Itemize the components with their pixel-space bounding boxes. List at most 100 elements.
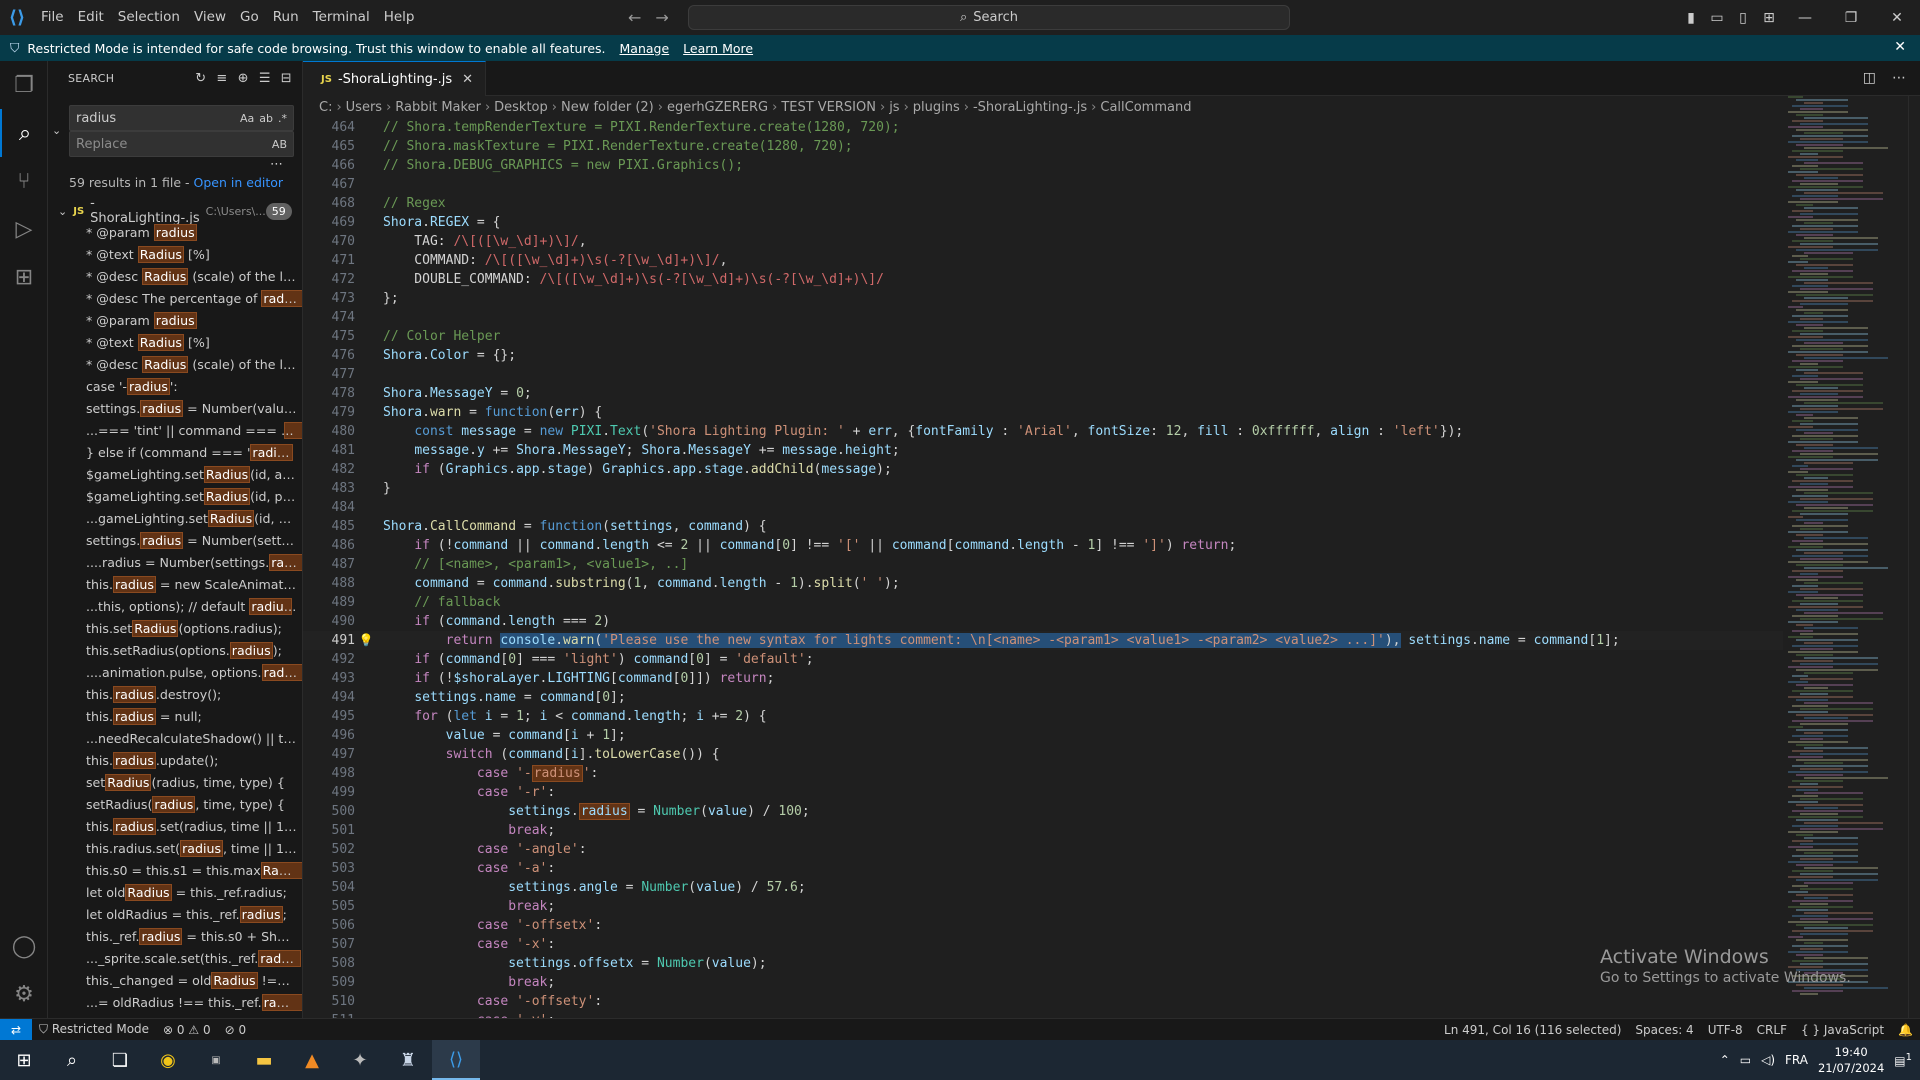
menu-run[interactable]: Run <box>266 0 306 35</box>
search-match-item[interactable]: case '- radius ': <box>48 376 302 398</box>
menu-terminal[interactable]: Terminal <box>306 0 377 35</box>
problems-status[interactable]: ⊗ 0 ⚠ 0 <box>156 1023 218 1037</box>
code-line[interactable]: 474 <box>303 308 1783 327</box>
toggle-secondary-sidebar-icon[interactable]: ▯ <box>1730 10 1756 26</box>
more-options-icon[interactable]: ⋯ <box>270 157 283 172</box>
result-file-row[interactable]: ⌄ JS -ShoraLighting-.js C:\Users\... 59 <box>48 196 302 226</box>
breadcrumb-item[interactable]: New folder (2) <box>561 100 654 115</box>
breadcrumb-item[interactable]: C: <box>319 100 332 115</box>
extensions-icon[interactable]: ⊞ <box>0 253 48 301</box>
code-line[interactable]: 471 COMMAND: /\[([\w_\d]+)\s(-?[\w_\d]+)… <box>303 251 1783 270</box>
search-match-item[interactable]: * @param radius <box>48 222 302 244</box>
code-line[interactable]: 500 settings. radius = Number(value) / 10… <box>303 802 1783 821</box>
code-line[interactable]: 496 value = command[i + 1]; <box>303 726 1783 745</box>
code-line[interactable]: 469 Shora.REGEX = { <box>303 213 1783 232</box>
code-line[interactable]: 465 // Shora.maskTexture = PIXI.RenderTex… <box>303 137 1783 156</box>
code-line[interactable]: 487 // [<name>, <param1>, <value1>, ..] <box>303 555 1783 574</box>
tray-chevron-icon[interactable]: ⌃ <box>1720 1053 1730 1067</box>
code-line[interactable]: 491 💡 return console.warn('Please use the… <box>303 631 1783 650</box>
breadcrumb-item[interactable]: Desktop <box>494 100 548 115</box>
search-match-item[interactable]: ...= oldRadius !== this._ref.radius; <box>48 992 302 1014</box>
minimap[interactable] <box>1788 96 1908 1018</box>
encoding[interactable]: UTF-8 <box>1701 1023 1750 1037</box>
network-icon[interactable]: ▭ <box>1740 1053 1751 1067</box>
vscode-taskbar-icon[interactable]: ⟨⟩ <box>432 1040 480 1080</box>
code-line[interactable]: 468 // Regex <box>303 194 1783 213</box>
code-line[interactable]: 470 TAG: /\[([\w_\d]+)\]/, <box>303 232 1783 251</box>
search-match-item[interactable]: settings.radius = Number(value) / 1... <box>48 398 302 420</box>
breadcrumb-item[interactable]: TEST VERSION <box>781 100 876 115</box>
search-match-item[interactable]: } else if (command === 'radius') { <box>48 442 302 464</box>
search-match-item[interactable]: this._changed = oldRadius !== this.... <box>48 970 302 992</box>
breadcrumb-item[interactable]: egerhGZERERG <box>667 100 768 115</box>
search-match-item[interactable]: * @desc The percentage of radius t... <box>48 288 302 310</box>
code-line[interactable]: 486 if (!command || command.length <= 2 … <box>303 536 1783 555</box>
toggle-panel-icon[interactable]: ▭ <box>1704 10 1730 26</box>
code-line[interactable]: 509 break; <box>303 973 1783 992</box>
menu-file[interactable]: File <box>34 0 71 35</box>
game-app-icon[interactable]: ✦ <box>336 1040 384 1080</box>
search-match-item[interactable]: this.radius.set(radius, time || 1, type … <box>48 838 302 860</box>
code-line[interactable]: 502 case '-angle': <box>303 840 1783 859</box>
code-line[interactable]: 477 <box>303 365 1783 384</box>
code-line[interactable]: 511 case '-y': <box>303 1011 1783 1018</box>
ports-status[interactable]: ⊘ 0 <box>218 1023 254 1037</box>
menu-help[interactable]: Help <box>377 0 422 35</box>
search-match-item[interactable]: this. radius .destroy(); <box>48 684 302 706</box>
more-actions-icon[interactable]: ⋯ <box>1892 70 1906 86</box>
search-match-item[interactable]: * @text Radius [%] <box>48 244 302 266</box>
lightbulb-icon[interactable]: 💡 <box>355 631 377 650</box>
search-match-item[interactable]: setRadius(radius, time, type) { <box>48 794 302 816</box>
search-match-item[interactable]: this. radius .update(); <box>48 750 302 772</box>
live-app-icon[interactable]: ▣ <box>192 1040 240 1080</box>
menu-view[interactable]: View <box>187 0 233 35</box>
windows-start-icon[interactable]: ⊞ <box>0 1040 48 1080</box>
new-search-editor-icon[interactable]: ⊕ <box>238 71 249 86</box>
code-line[interactable]: 483} <box>303 479 1783 498</box>
menu-go[interactable]: Go <box>233 0 266 35</box>
input-language[interactable]: FRA <box>1785 1053 1808 1067</box>
back-arrow-icon[interactable]: ← <box>628 8 641 27</box>
code-line[interactable]: 507 case '-x': <box>303 935 1783 954</box>
code-line[interactable]: 510 case '-offsety': <box>303 992 1783 1011</box>
learn-more-link[interactable]: Learn More <box>683 41 753 56</box>
search-match-item[interactable]: settings.radius = Number(settings.r... <box>48 530 302 552</box>
breadcrumb-item[interactable]: plugins <box>913 100 960 115</box>
restricted-mode-status[interactable]: ⛉ Restricted Mode <box>32 1022 156 1037</box>
search-match-item[interactable]: let oldRadius = this._ref.radius; <box>48 882 302 904</box>
remote-indicator-icon[interactable]: ⇄ <box>0 1018 32 1041</box>
close-window-button[interactable]: ✕ <box>1874 0 1920 35</box>
forward-arrow-icon[interactable]: → <box>655 8 668 27</box>
search-match-item[interactable]: ...=== 'tint' || command === 'radiu... <box>48 420 302 442</box>
search-match-item[interactable]: * @desc Radius (scale) of the light. ... <box>48 354 302 376</box>
search-match-item[interactable]: this._ref.radius = this.s0 + Shora.Ani..… <box>48 926 302 948</box>
search-match-item[interactable]: this. radius = null; <box>48 706 302 728</box>
code-line[interactable]: 473}; <box>303 289 1783 308</box>
restore-button[interactable]: ❐ <box>1828 0 1874 35</box>
code-line[interactable]: 479 Shora.warn = function(err) { <box>303 403 1783 422</box>
minimize-button[interactable]: — <box>1782 0 1828 35</box>
search-match-item[interactable]: ...needRecalculateShadow() || this.ra... <box>48 728 302 750</box>
code-line[interactable]: 497 switch (command[i].toLowerCase()) { <box>303 745 1783 764</box>
refresh-icon[interactable]: ↻ <box>195 71 206 86</box>
search-match-item[interactable]: ...this, options); // default radius = 1… <box>48 596 302 618</box>
toggle-primary-sidebar-icon[interactable]: ▮ <box>1678 10 1704 26</box>
split-editor-icon[interactable]: ◫ <box>1863 70 1876 86</box>
task-view-icon[interactable]: ❏ <box>96 1040 144 1080</box>
search-input[interactable]: radius Aa ab .* <box>69 105 294 131</box>
search-match-item[interactable]: this.setRadius(options.radius); <box>48 640 302 662</box>
search-match-item[interactable]: ...gameLighting.setRadius(id, param.... <box>48 508 302 530</box>
taskbar-search-icon[interactable]: ⌕ <box>48 1040 96 1080</box>
code-line[interactable]: 498 case '- radius ': <box>303 764 1783 783</box>
tab-shoralighting[interactable]: JS -ShoraLighting-.js ✕ <box>303 61 487 96</box>
run-debug-icon[interactable]: ▷ <box>0 205 48 253</box>
code-line[interactable]: 495 for (let i = 1; i < command.length; … <box>303 707 1783 726</box>
code-line[interactable]: 508 settings.offsetx = Number(value); <box>303 954 1783 973</box>
search-match-item[interactable]: this.s0 = this.s1 = this.maxRadius = 1; <box>48 860 302 882</box>
command-center-search[interactable]: ⌕ Search <box>688 5 1290 30</box>
vertical-scrollbar[interactable] <box>1908 96 1920 1018</box>
search-match-item[interactable]: this.radius = new ScaleAnimation(th... <box>48 574 302 596</box>
rpg-maker-icon[interactable]: ♜ <box>384 1040 432 1080</box>
search-match-item[interactable]: this.setRadius(options.radius); <box>48 618 302 640</box>
search-match-item[interactable]: ..._sprite.scale.set(this._ref.radius); <box>48 948 302 970</box>
